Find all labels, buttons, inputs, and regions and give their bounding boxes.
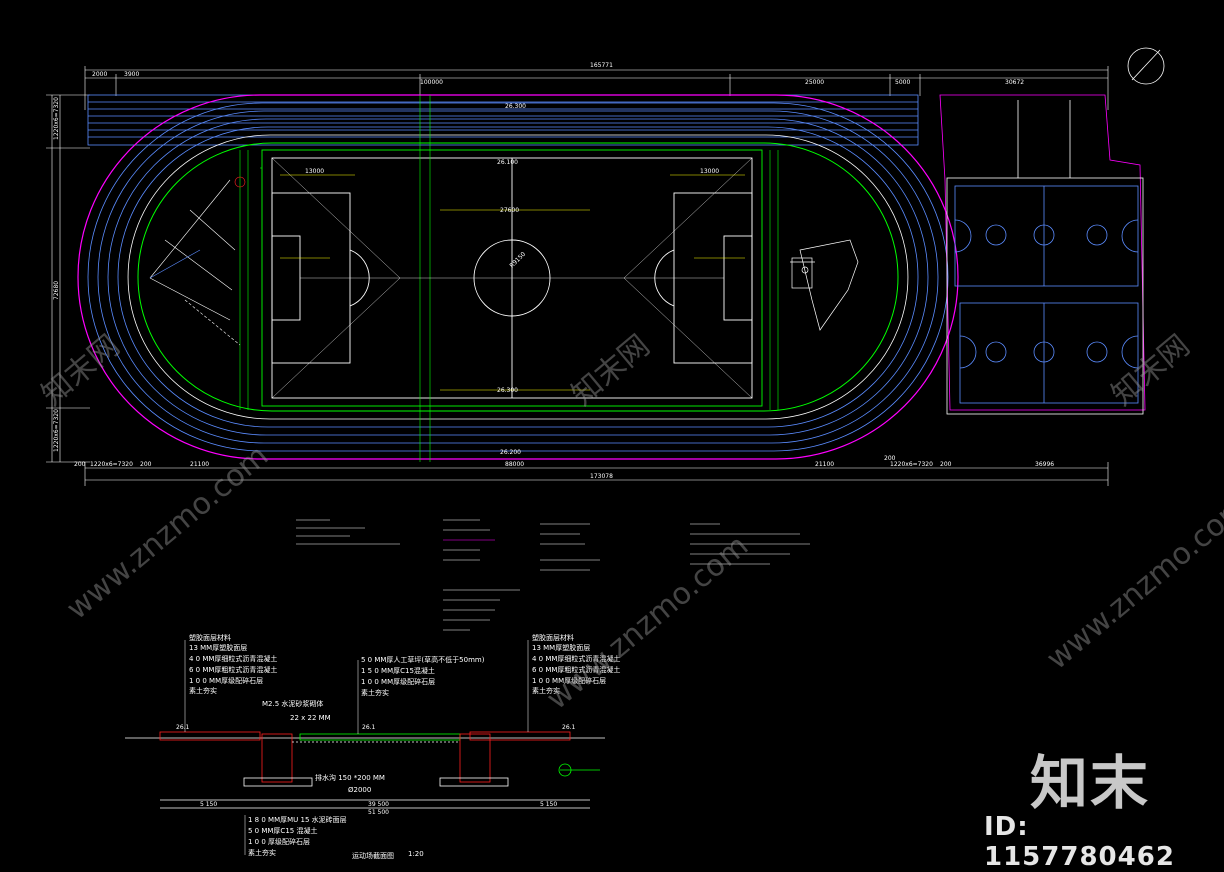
section-mid-labels: 5 0 MM厚人工草坪(草高不低于50mm) 1 5 0 MM厚C15混凝土 1… [361, 655, 485, 697]
dim-bottom-0: 200 [74, 461, 86, 468]
mid-layer-1: 1 5 0 MM厚C15混凝土 [361, 666, 435, 675]
note-ditch: 排水沟 150 *200 MM [315, 773, 385, 782]
field-width-right: 13000 [700, 168, 719, 175]
right-layer-1: 13 MM厚塑胶面层 [532, 643, 590, 652]
section-scale: 1:20 [408, 850, 424, 858]
level-2: 26.1 [562, 724, 576, 731]
left-layer-5: 素土夯实 [189, 686, 217, 695]
dim-top-1: 3900 [124, 71, 139, 78]
right-sector [790, 239, 859, 331]
dim-top-4: 5000 [895, 79, 910, 86]
dim-bottom-2: 200 [140, 461, 152, 468]
watermark-id: ID: 1157780462 [984, 812, 1175, 872]
section-dim-1: 39 500 [368, 801, 389, 808]
left-sector [149, 176, 246, 346]
dim-top-2: 100000 [420, 79, 443, 86]
mid-layer-0: 5 0 MM厚人工草坪(草高不低于50mm) [361, 655, 485, 664]
bottom-layer-1: 5 0 MM厚C15 混凝土 [248, 826, 317, 835]
note-diameter: Ø2000 [348, 786, 371, 794]
level-0: 26.1 [176, 724, 190, 731]
center-radius: R9150 [508, 251, 527, 270]
field-length: 27600 [500, 207, 519, 214]
dim-left-3: 1220x6=7320 [53, 409, 60, 452]
watermark-logo: 知末 [1030, 749, 1151, 817]
section-dim-3: 51 500 [368, 809, 389, 816]
note-mortar: M2.5 水泥砂浆砌体 [262, 699, 323, 708]
section-dims: 5 150 39 500 5 150 51 500 [200, 801, 557, 816]
dim-bottom-8: 200 [940, 461, 952, 468]
section-title-text: 运动场截面图 [352, 851, 394, 860]
overall-length-label: 165771 [590, 62, 613, 69]
left-layer-1: 13 MM厚塑胶面层 [189, 643, 247, 652]
dim-bottom-total: 173078 [590, 473, 613, 480]
bottom-layer-2: 1 0 0 厚级配碎石层 [248, 837, 310, 846]
top-dimension-texts: 165771 2000 3900 100000 25000 5000 30672 [92, 62, 1024, 86]
dim-bottom-7: 1220x6=7320 [890, 461, 933, 468]
dim-left-2: 72680 [53, 281, 60, 300]
section-bottom-labels: 1 8 0 MM厚MU 15 水泥砖面层 5 0 MM厚C15 混凝土 1 0 … [248, 815, 347, 857]
section-notes: M2.5 水泥砂浆砌体 22 x 22 MM 排水沟 150 *200 MM Ø… [262, 699, 385, 794]
field-width-left: 13000 [305, 168, 324, 175]
field-dim-top: 26.300 [505, 103, 526, 110]
left-layer-0: 塑胶面层材料 [189, 633, 231, 642]
dim-bottom-1: 1220x6=7320 [90, 461, 133, 468]
field-dim-bottom: 26.200 [500, 449, 521, 456]
left-layer-3: 6 0 MM厚粗粒式沥青混凝土 [189, 665, 277, 674]
section-dim-2: 5 150 [540, 801, 557, 808]
field-dim-inner-top: 26.100 [497, 159, 518, 166]
dim-top-5: 30672 [1005, 79, 1024, 86]
mid-layer-2: 1 0 0 MM厚级配碎石层 [361, 677, 435, 686]
section-levels: 26.1 26.1 26.1 [176, 724, 576, 731]
north-arrow-icon [1127, 47, 1165, 85]
basketball-courts [939, 94, 1146, 415]
left-layer-4: 1 0 0 MM厚级配碎石层 [189, 676, 263, 685]
field-dim-inner-bottom: 26.300 [497, 387, 518, 394]
left-layer-2: 4 0 MM厚细粒式沥青混凝土 [189, 654, 277, 663]
dim-bottom-3: 21100 [190, 461, 209, 468]
dim-bottom-5: 21100 [815, 461, 834, 468]
section-dim-0: 5 150 [200, 801, 217, 808]
note-grate: 22 x 22 MM [290, 714, 331, 722]
dim-bottom-9: 36996 [1035, 461, 1054, 468]
dim-bottom-4: 88000 [505, 461, 524, 468]
bottom-layer-3: 素土夯实 [248, 848, 276, 857]
section-title: 运动场截面图 1:20 [352, 850, 424, 860]
section-detail [125, 731, 605, 809]
level-1: 26.1 [362, 724, 376, 731]
dim-top-0: 2000 [92, 71, 107, 78]
right-layer-0: 塑胶面层材料 [532, 633, 574, 642]
mid-layer-3: 素土夯实 [361, 688, 389, 697]
dim-top-3: 25000 [805, 79, 824, 86]
section-left-labels: 塑胶面层材料 13 MM厚塑胶面层 4 0 MM厚细粒式沥青混凝土 6 0 MM… [189, 633, 277, 695]
bottom-layer-0: 1 8 0 MM厚MU 15 水泥砖面层 [248, 815, 347, 824]
dim-left-0: 1220x6=7320 [53, 97, 60, 140]
